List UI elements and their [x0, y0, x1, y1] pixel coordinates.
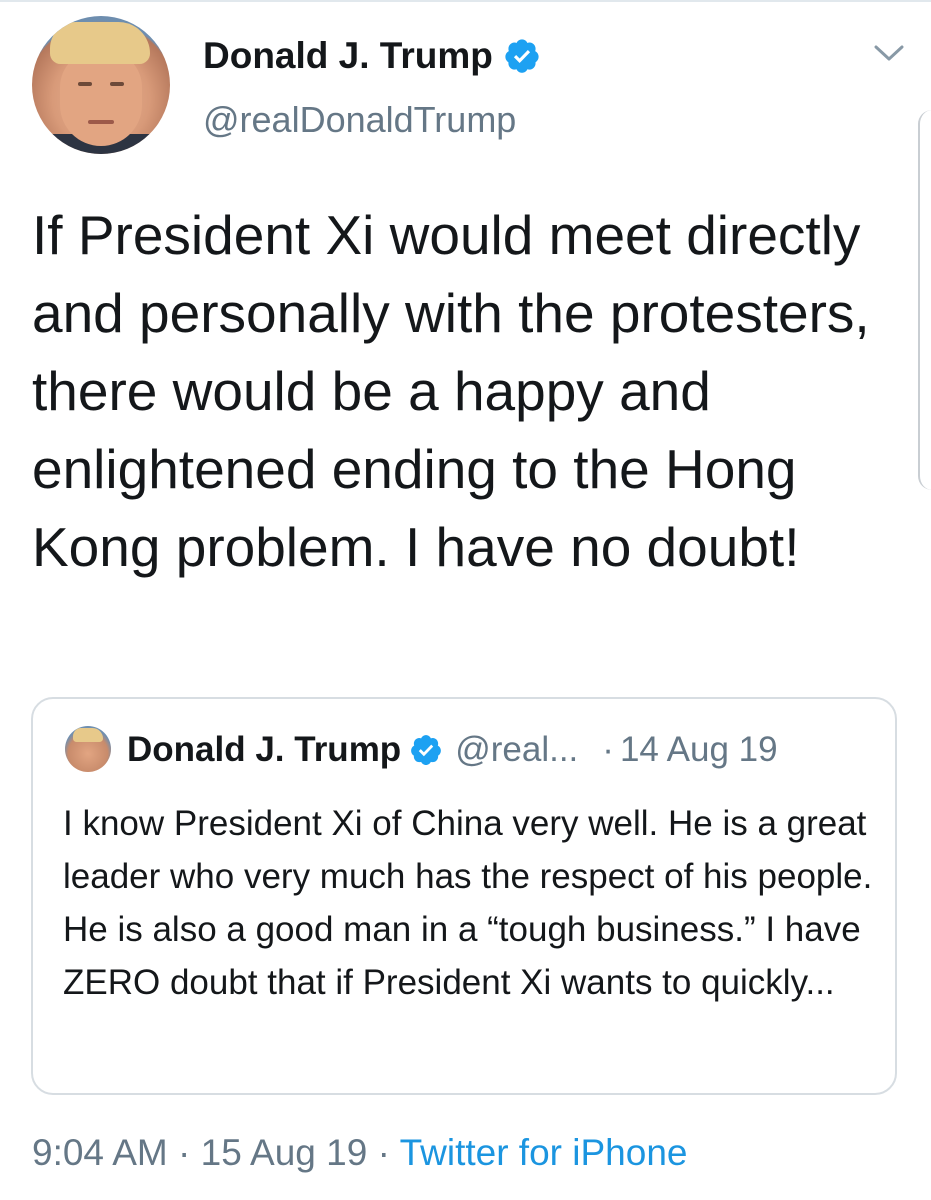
quoted-author-name: Donald J. Trump — [127, 730, 402, 769]
author-name-row[interactable]: Donald J. Trump — [203, 34, 541, 78]
author-name[interactable]: Donald J. Trump — [203, 34, 493, 78]
quoted-separator: · — [602, 730, 614, 769]
tweet-text: If President Xi would meet directly and … — [32, 204, 870, 578]
quoted-author-avatar — [65, 726, 111, 772]
avatar-mouth — [88, 120, 114, 124]
tweet-source-link[interactable]: Twitter for iPhone — [400, 1132, 688, 1173]
verified-badge-icon — [411, 735, 442, 766]
avatar-face — [60, 50, 142, 146]
quoted-avatar-hair — [73, 728, 103, 742]
quoted-tweet-card[interactable]: Donald J. Trump @real... · 14 Aug 19 I k… — [31, 697, 897, 1095]
tweet-date: 15 Aug 19 — [200, 1132, 368, 1173]
footer-separator: · — [178, 1132, 191, 1173]
avatar-eye-left — [78, 82, 92, 86]
avatar-hair — [50, 22, 150, 64]
quoted-date: 14 Aug 19 — [619, 730, 778, 769]
footer-separator: · — [377, 1132, 390, 1173]
quoted-tweet-text: I know President Xi of China very well. … — [63, 804, 873, 1002]
author-handle[interactable]: @realDonaldTrump — [203, 98, 516, 142]
tweet-time: 9:04 AM — [32, 1132, 168, 1173]
tweet-footer: 9:04 AM · 15 Aug 19 · Twitter for iPhone — [32, 1128, 687, 1178]
scrollbar-edge[interactable] — [918, 110, 931, 490]
quoted-author-handle: @real... — [455, 730, 579, 769]
avatar-eye-right — [110, 82, 124, 86]
author-avatar[interactable] — [32, 16, 170, 154]
verified-badge-icon — [505, 39, 539, 73]
top-divider — [0, 0, 931, 2]
chevron-down-icon[interactable] — [872, 40, 906, 66]
quoted-tweet-header: Donald J. Trump @real... · 14 Aug 19 — [127, 725, 778, 775]
